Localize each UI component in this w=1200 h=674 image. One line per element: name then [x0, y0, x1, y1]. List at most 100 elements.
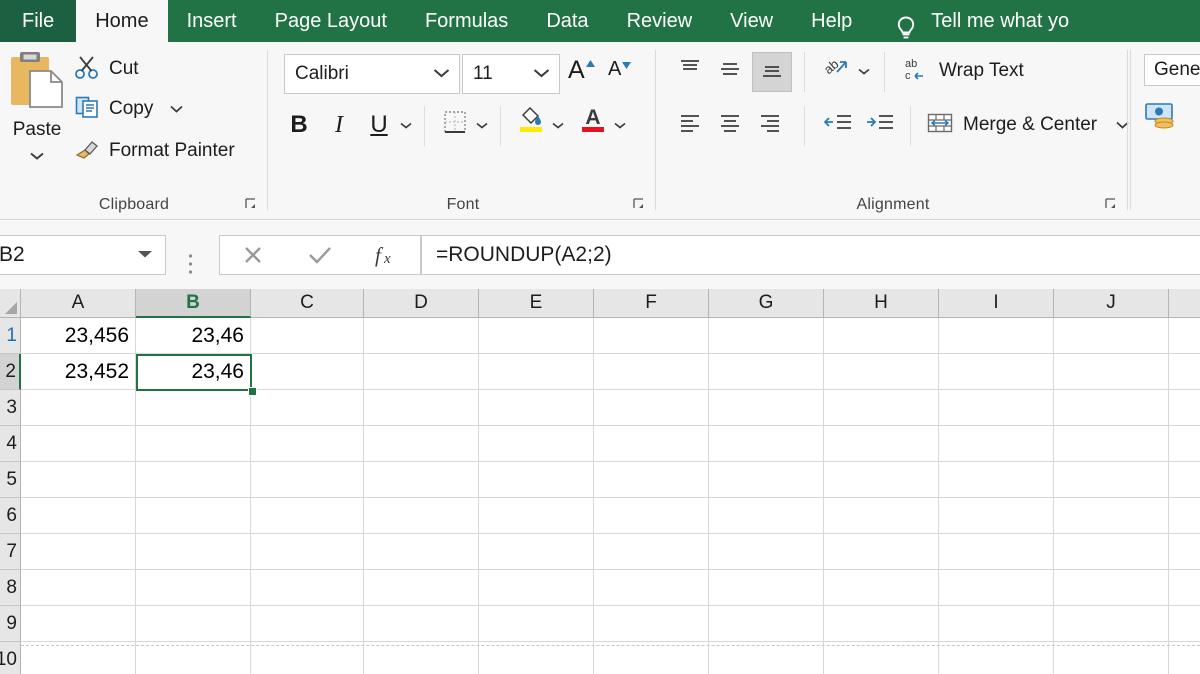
ribbon-tab-page-layout[interactable]: Page Layout	[256, 0, 406, 42]
cell-F4[interactable]	[594, 426, 709, 462]
cell-E10[interactable]	[479, 642, 594, 674]
cell-x6[interactable]	[1169, 498, 1200, 534]
italic-button[interactable]: I	[322, 108, 356, 142]
paste-button[interactable]: Paste	[6, 50, 68, 178]
cell-D2[interactable]	[364, 354, 479, 390]
cell-B4[interactable]	[136, 426, 251, 462]
formula-input[interactable]: =ROUNDUP(A2;2)	[421, 235, 1200, 275]
cell-G5[interactable]	[709, 462, 824, 498]
cell-D10[interactable]	[364, 642, 479, 674]
cell-H5[interactable]	[824, 462, 939, 498]
cell-J6[interactable]	[1054, 498, 1169, 534]
cell-F9[interactable]	[594, 606, 709, 642]
cell-F3[interactable]	[594, 390, 709, 426]
row-header-3[interactable]: 3	[0, 390, 21, 426]
cell-C4[interactable]	[251, 426, 364, 462]
column-header-E[interactable]: E	[479, 289, 594, 318]
fx-icon[interactable]: f x	[353, 242, 420, 268]
row-header-2[interactable]: 2	[0, 354, 21, 390]
name-box[interactable]: B2	[0, 235, 166, 275]
cell-G2[interactable]	[709, 354, 824, 390]
cell-J2[interactable]	[1054, 354, 1169, 390]
bold-button[interactable]: B	[282, 108, 316, 142]
font-dialog-launcher[interactable]	[632, 197, 646, 211]
cell-J5[interactable]	[1054, 462, 1169, 498]
cell-D8[interactable]	[364, 570, 479, 606]
cell-I10[interactable]	[939, 642, 1054, 674]
cell-E8[interactable]	[479, 570, 594, 606]
cell-G4[interactable]	[709, 426, 824, 462]
cell-J4[interactable]	[1054, 426, 1169, 462]
tell-me-search[interactable]: Tell me what yo	[927, 0, 1069, 42]
cell-I8[interactable]	[939, 570, 1054, 606]
cell-B3[interactable]	[136, 390, 251, 426]
format-painter-button[interactable]: Format Painter	[74, 134, 235, 168]
cell-C3[interactable]	[251, 390, 364, 426]
row-header-5[interactable]: 5	[0, 462, 21, 498]
cell-G7[interactable]	[709, 534, 824, 570]
cell-I4[interactable]	[939, 426, 1054, 462]
cell-B5[interactable]	[136, 462, 251, 498]
underline-button[interactable]: U	[362, 108, 396, 142]
cell-x9[interactable]	[1169, 606, 1200, 642]
cancel-x-icon[interactable]	[220, 243, 287, 267]
font-family-select[interactable]: Calibri	[284, 54, 460, 94]
cell-H9[interactable]	[824, 606, 939, 642]
cell-J9[interactable]	[1054, 606, 1169, 642]
borders-button[interactable]	[438, 108, 472, 142]
row-header-4[interactable]: 4	[0, 426, 21, 462]
cell-D1[interactable]	[364, 318, 479, 354]
name-box-resize-handle[interactable]	[188, 253, 193, 280]
column-header-H[interactable]: H	[824, 289, 939, 318]
cell-H8[interactable]	[824, 570, 939, 606]
align-middle-button[interactable]	[712, 54, 748, 88]
column-header-A[interactable]: A	[21, 289, 136, 318]
cell-H10[interactable]	[824, 642, 939, 674]
chevron-down-icon[interactable]	[170, 100, 183, 118]
number-format-select[interactable]: Gene	[1144, 54, 1200, 86]
cell-F8[interactable]	[594, 570, 709, 606]
cell-C7[interactable]	[251, 534, 364, 570]
row-header-1[interactable]: 1	[0, 318, 21, 354]
cell-H1[interactable]	[824, 318, 939, 354]
cell-D5[interactable]	[364, 462, 479, 498]
row-header-10[interactable]: 10	[0, 642, 21, 674]
ribbon-tab-help[interactable]: Help	[792, 0, 871, 42]
ribbon-tab-data[interactable]: Data	[527, 0, 607, 42]
ribbon-tab-view[interactable]: View	[711, 0, 792, 42]
cell-E5[interactable]	[479, 462, 594, 498]
column-header-D[interactable]: D	[364, 289, 479, 318]
align-top-button[interactable]	[672, 54, 708, 88]
cell-A1[interactable]: 23,456	[21, 318, 136, 354]
cell-A4[interactable]	[21, 426, 136, 462]
cell-F2[interactable]	[594, 354, 709, 390]
cell-G6[interactable]	[709, 498, 824, 534]
column-header-partial[interactable]	[1169, 289, 1200, 318]
cell-J7[interactable]	[1054, 534, 1169, 570]
fill-color-chevron-down-icon[interactable]	[550, 108, 566, 142]
cell-x10[interactable]	[1169, 642, 1200, 674]
row-header-9[interactable]: 9	[0, 606, 21, 642]
cell-C5[interactable]	[251, 462, 364, 498]
clipboard-dialog-launcher[interactable]	[244, 197, 258, 211]
cell-B6[interactable]	[136, 498, 251, 534]
column-header-C[interactable]: C	[251, 289, 364, 318]
chevron-down-icon[interactable]	[30, 147, 44, 165]
cell-J10[interactable]	[1054, 642, 1169, 674]
cell-I2[interactable]	[939, 354, 1054, 390]
row-header-7[interactable]: 7	[0, 534, 21, 570]
align-left-button[interactable]	[672, 108, 708, 142]
cut-button[interactable]: Cut	[74, 52, 139, 86]
lightbulb-icon[interactable]	[871, 14, 927, 42]
column-header-F[interactable]: F	[594, 289, 709, 318]
cell-E7[interactable]	[479, 534, 594, 570]
borders-chevron-down-icon[interactable]	[474, 108, 490, 142]
row-header-6[interactable]: 6	[0, 498, 21, 534]
cell-H3[interactable]	[824, 390, 939, 426]
ribbon-tab-insert[interactable]: Insert	[168, 0, 256, 42]
cell-I7[interactable]	[939, 534, 1054, 570]
cell-H6[interactable]	[824, 498, 939, 534]
cell-A6[interactable]	[21, 498, 136, 534]
cell-x1[interactable]	[1169, 318, 1200, 354]
font-color-button[interactable]: A	[576, 104, 610, 138]
